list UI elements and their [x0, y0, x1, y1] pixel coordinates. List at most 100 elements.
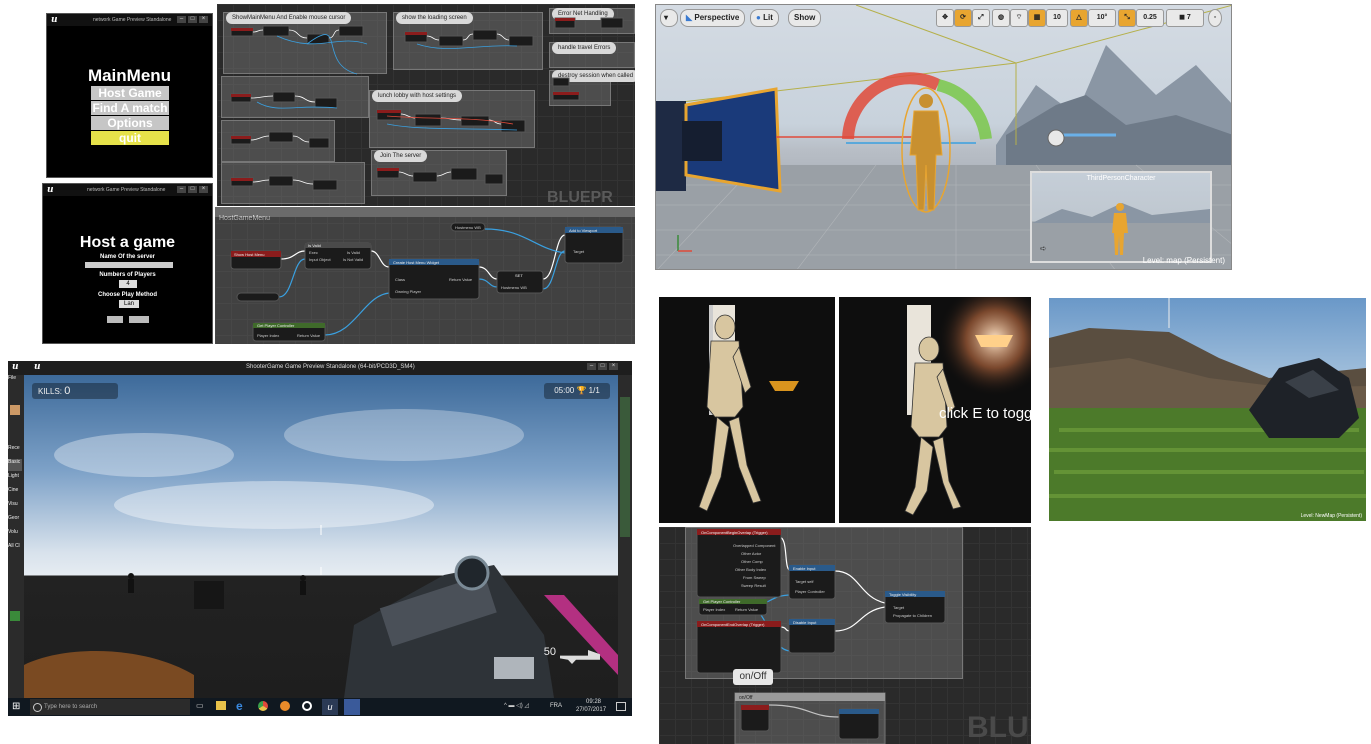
- scale-snap-value[interactable]: 0.25: [1136, 9, 1164, 27]
- level-editor-viewport[interactable]: ▾ ◣ Perspective ● Lit Show ✥ ⟳ ⤢ ◍ ⌔ ▦ 1…: [655, 4, 1232, 270]
- svg-text:OnComponentEndOverlap (Trigger: OnComponentEndOverlap (Trigger): [701, 622, 765, 627]
- svg-text:Other Comp: Other Comp: [741, 559, 764, 564]
- players-label: Numbers of Players: [99, 272, 156, 278]
- server-name-input[interactable]: [85, 262, 173, 268]
- unreal-taskbar-icon[interactable]: u: [322, 699, 338, 715]
- taskview-icon[interactable]: ▭: [196, 701, 204, 710]
- side-tab-basic[interactable]: Basic: [8, 459, 22, 471]
- chrome-icon[interactable]: [258, 701, 268, 711]
- maximize-icon[interactable]: □: [188, 16, 197, 23]
- side-tab-geometry[interactable]: Geor: [8, 515, 22, 527]
- play-method-select[interactable]: Lan: [119, 300, 139, 308]
- side-tab-lights[interactable]: Light: [8, 473, 22, 485]
- game-scene: [24, 409, 618, 698]
- side-tab-file[interactable]: File: [8, 375, 22, 387]
- minimize-icon[interactable]: –: [587, 363, 596, 370]
- maximize-viewport-icon[interactable]: ▫: [1208, 9, 1222, 27]
- svg-text:Other Actor: Other Actor: [741, 551, 762, 556]
- scale-tool-icon[interactable]: ⤢: [972, 9, 990, 27]
- maximize-icon[interactable]: □: [188, 186, 197, 193]
- window-titlebar: u network Game Preview Standalone – □ ×: [47, 14, 212, 26]
- grid-size-value[interactable]: 10: [1046, 9, 1068, 27]
- notification-icon[interactable]: [616, 702, 626, 711]
- quit-button[interactable]: quit: [91, 131, 169, 145]
- svg-text:Is Valid: Is Valid: [308, 243, 321, 248]
- world-local-icon[interactable]: ◍: [992, 9, 1010, 27]
- svg-text:Sweep Result: Sweep Result: [741, 583, 767, 588]
- windows-start-icon[interactable]: ⊞: [12, 701, 20, 712]
- editor-left-strip: File Rece Basic Light Cine Visu Geor Vol…: [8, 375, 24, 698]
- side-tab-volumes[interactable]: Volu: [8, 529, 22, 541]
- maximize-icon[interactable]: □: [598, 363, 607, 370]
- camera-speed-button[interactable]: ◼ 7: [1166, 9, 1204, 27]
- host-button[interactable]: [129, 316, 149, 323]
- svg-text:Get Player Controller: Get Player Controller: [257, 323, 295, 328]
- grid-snap-icon[interactable]: ▦: [1028, 9, 1046, 27]
- close-icon[interactable]: ×: [199, 186, 208, 193]
- server-name-label: Name Of the server: [99, 254, 156, 260]
- svg-text:Return Value: Return Value: [735, 607, 759, 612]
- editor-titlebar: u u ShooterGame Game Preview Standalone …: [8, 361, 632, 375]
- clock-date[interactable]: 27/07/2017: [576, 707, 606, 713]
- viewport-options-button[interactable]: ▾: [660, 9, 678, 27]
- players-stepper[interactable]: 4: [119, 280, 137, 288]
- tray-icons: ^ ▬ ◁) ◿: [504, 703, 530, 709]
- taskbar-search[interactable]: Type here to search: [30, 699, 190, 715]
- perspective-button[interactable]: ◣ Perspective: [680, 9, 746, 27]
- find-match-button[interactable]: Find A match: [91, 101, 169, 115]
- file-explorer-icon[interactable]: [216, 701, 226, 710]
- show-button[interactable]: Show: [788, 9, 822, 27]
- svg-text:Is Not Valid: Is Not Valid: [343, 257, 363, 262]
- svg-text:Target self: Target self: [795, 579, 814, 584]
- surface-snap-icon[interactable]: ⌔: [1010, 9, 1028, 27]
- rotate-tool-icon[interactable]: ⟳: [954, 9, 972, 27]
- details-panel: [620, 397, 630, 537]
- side-tab-visual[interactable]: Visu: [8, 501, 22, 513]
- search-circle-icon: [33, 703, 42, 712]
- svg-text:Target: Target: [573, 249, 585, 254]
- clock-time[interactable]: 09:28: [586, 699, 601, 705]
- host-game-heading: Host a game: [79, 234, 176, 251]
- host-game-button[interactable]: Host Game: [91, 86, 169, 100]
- svg-text:Return Value: Return Value: [449, 277, 473, 282]
- edge-icon[interactable]: e: [236, 699, 243, 713]
- side-tab-cinematic[interactable]: Cine: [8, 487, 22, 499]
- svg-text:Exec: Exec: [309, 250, 318, 255]
- translate-tool-icon[interactable]: ✥: [936, 9, 954, 27]
- svg-text:Hostmenu WB: Hostmenu WB: [501, 285, 527, 290]
- minimize-icon[interactable]: –: [177, 186, 186, 193]
- side-tab-recent[interactable]: Rece: [8, 445, 22, 457]
- svg-text:on/Off: on/Off: [739, 695, 753, 701]
- lit-button[interactable]: ● Lit: [750, 9, 779, 27]
- window-titlebar: u network Game Preview Standalone – □ ×: [43, 184, 212, 196]
- rotation-snap-value[interactable]: 10°: [1088, 9, 1116, 27]
- side-tab-all-classes[interactable]: All Cl: [8, 543, 22, 555]
- close-icon[interactable]: ×: [199, 16, 208, 23]
- camera-preview-inset: ThirdPersonCharacter ➪: [1030, 171, 1212, 263]
- game-taskbar-icon[interactable]: [344, 699, 360, 715]
- scale-snap-icon[interactable]: ⤡: [1118, 9, 1136, 27]
- back-button[interactable]: [107, 316, 123, 323]
- game-viewport[interactable]: KILLS: 0 05:00 🏆 1/1 50: [24, 375, 618, 698]
- blender-icon[interactable]: [280, 701, 290, 711]
- light-off-scene: [659, 297, 835, 523]
- landscape-svg: [1049, 298, 1366, 521]
- minimize-icon[interactable]: –: [177, 16, 186, 23]
- landscape-scene: Level: NewMap (Persistent): [1049, 298, 1366, 521]
- blueprint-watermark: BLU: [967, 711, 1029, 744]
- rotation-snap-icon[interactable]: △: [1070, 9, 1088, 27]
- blueprint-watermark: BLUEPR: [547, 189, 613, 206]
- svg-text:Disable Input: Disable Input: [793, 620, 817, 625]
- perspective-icon: ◣: [686, 13, 693, 22]
- preview-scene: ➪: [1032, 203, 1210, 255]
- tool-icon[interactable]: [10, 611, 20, 621]
- tool-icon[interactable]: [10, 405, 20, 415]
- language-indicator[interactable]: FRA: [550, 703, 562, 709]
- svg-text:Get Player Controller: Get Player Controller: [703, 599, 741, 604]
- options-button[interactable]: Options: [91, 116, 169, 130]
- close-icon[interactable]: ×: [609, 363, 618, 370]
- host-graph-wires: Show Host Menu Is Valid Exec Input Objec…: [230, 222, 624, 342]
- app-icon[interactable]: [302, 701, 312, 711]
- blueprint-graph-top: ShowMainMenu And Enable mouse cursor sho…: [217, 4, 635, 206]
- editor-right-strip: [618, 375, 632, 698]
